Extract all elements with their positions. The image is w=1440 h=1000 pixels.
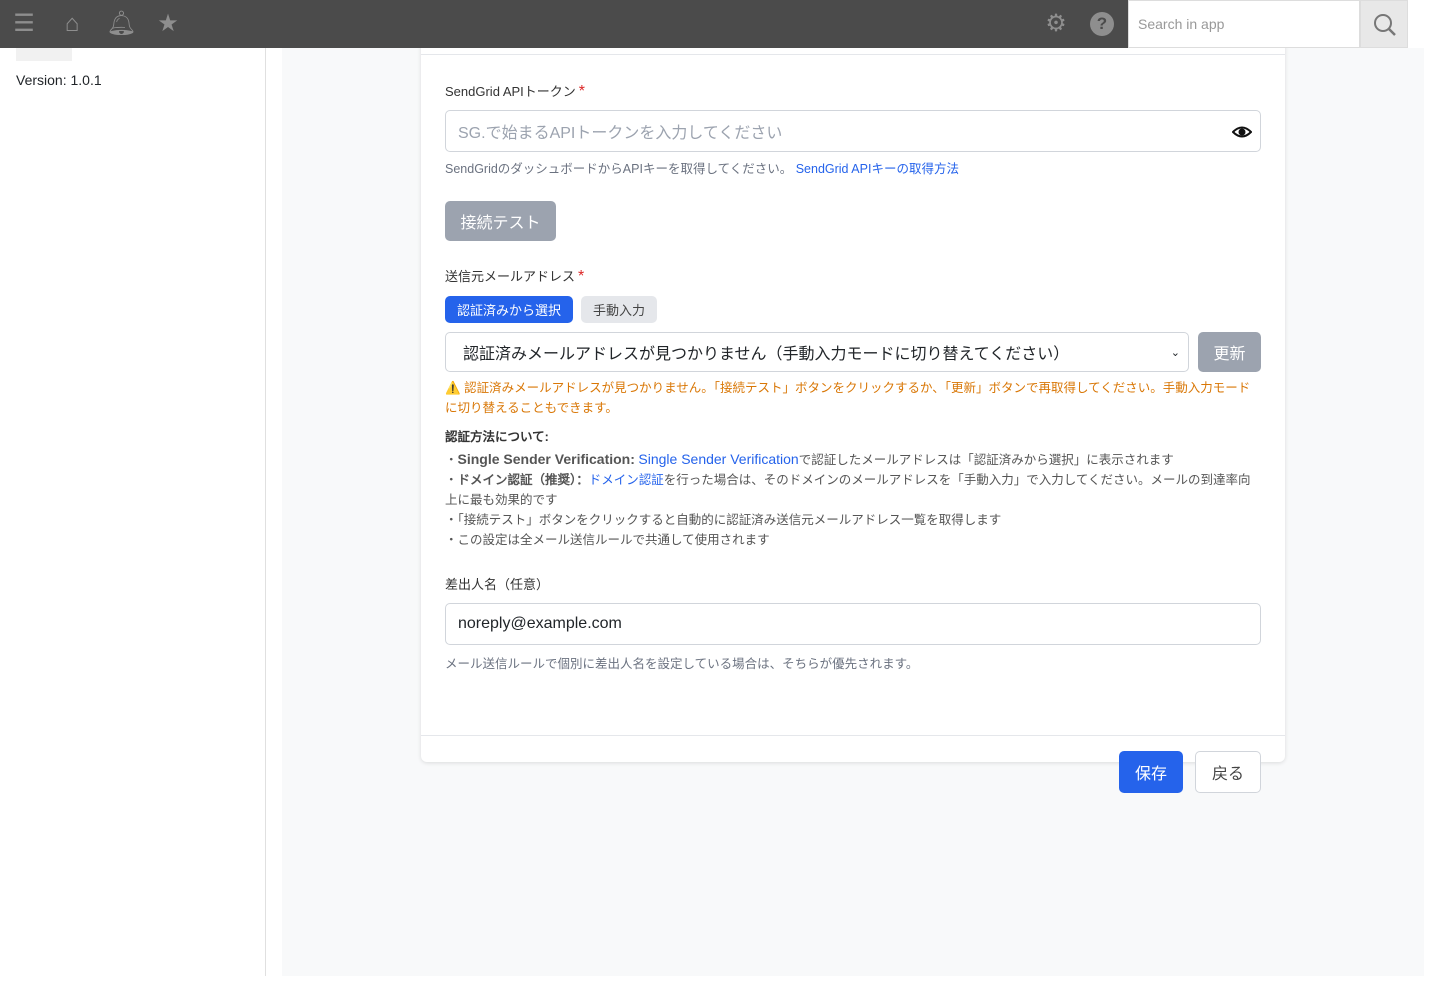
auth-heading: 認証方法について: — [445, 430, 549, 444]
search-icon — [1374, 14, 1396, 36]
version-label: Version: 1.0.1 — [16, 72, 102, 88]
from-name-help: メール送信ルールで個別に差出人名を設定している場合は、そちらが優先されます。 — [445, 657, 919, 671]
list-item: ・Single Sender Verification: Single Send… — [445, 451, 1174, 467]
sender-email-select[interactable]: 認証済みメールアドレスが見つかりません（手動入力モードに切り替えてください） ⌄ — [445, 332, 1189, 372]
search-input[interactable] — [1129, 1, 1359, 47]
warning-text: 認証済みメールアドレスが見つかりません。「接続テスト」ボタンをクリックするか、「… — [445, 381, 1251, 415]
token-label: SendGrid APIトークン — [445, 84, 576, 99]
chevron-down-icon: ⌄ — [1170, 346, 1180, 359]
help-icon[interactable]: ? — [1090, 12, 1114, 36]
bell-icon[interactable]: 🔔︎ — [106, 10, 136, 38]
home-icon[interactable]: ⌂ — [58, 10, 86, 38]
refresh-button[interactable]: 更新 — [1198, 332, 1261, 372]
search-box[interactable] — [1128, 0, 1360, 48]
plugin-logo — [16, 48, 72, 61]
list-item: ・「接続テスト」ボタンをクリックすると自動的に認証済み送信元メールアドレス一覧を… — [445, 513, 1002, 527]
tab-divider — [421, 54, 1285, 55]
back-button[interactable]: 戻る — [1195, 751, 1261, 793]
token-placeholder: SG.で始まるAPIトークンを入力してください — [458, 125, 783, 142]
token-help: SendGridのダッシュボードからAPIキーを取得してください。 — [445, 162, 793, 176]
save-button[interactable]: 保存 — [1119, 751, 1183, 793]
card-footer: 保存 戻る — [421, 735, 1285, 793]
selected-option: 認証済みメールアドレスが見つかりません（手動入力モードに切り替えてください） — [463, 346, 1070, 363]
connection-test-button[interactable]: 接続テスト — [445, 201, 556, 241]
settings-card: SendGrid APIトークン * SG.で始まるAPIトークンを入力してくださ… — [421, 38, 1285, 793]
list-item: ・ドメイン認証（推奨）：ドメイン認証を行った場合は、そのドメインのメールアドレス… — [445, 473, 1251, 507]
from-name-value: noreply@example.com — [458, 615, 622, 632]
from-name-input[interactable]: noreply@example.com — [445, 603, 1261, 645]
eye-icon[interactable] — [1232, 122, 1252, 142]
from-name-label: 差出人名（任意） — [445, 577, 550, 592]
required-mark: * — [578, 83, 586, 100]
search-button[interactable] — [1360, 0, 1408, 48]
list-item: ・この設定は全メール送信ルールで共通して使用されます — [445, 533, 770, 547]
warning-message: ⚠️ 認証済みメールアドレスが見つかりません。「接続テスト」ボタンをクリックする… — [445, 378, 1261, 418]
api-token-input[interactable]: SG.で始まるAPIトークンを入力してください — [445, 110, 1261, 152]
required-mark: * — [578, 268, 585, 285]
sender-label: 送信元メールアドレス — [445, 269, 576, 284]
mode-manual-input[interactable]: 手動入力 — [581, 296, 658, 323]
api-key-guide-link[interactable]: SendGrid APIキーの取得方法 — [796, 162, 959, 176]
menu-icon[interactable]: ☰ — [10, 10, 38, 38]
star-icon[interactable]: ★ — [154, 10, 182, 38]
main-area: SendGrid APIトークン * SG.で始まるAPIトークンを入力してくださ… — [282, 38, 1424, 976]
sidebar: Version: 1.0.1 — [0, 48, 266, 976]
warning-icon: ⚠️ — [445, 381, 461, 395]
mode-select-verified[interactable]: 認証済みから選択 — [445, 296, 574, 323]
auth-notes: ・Single Sender Verification: Single Send… — [445, 449, 1261, 550]
domain-auth-link[interactable]: ドメイン認証 — [589, 473, 664, 487]
gear-icon[interactable]: ⚙ — [1042, 10, 1070, 38]
top-bar: ☰ ⌂ 🔔︎ ★ ⚙ ? — [0, 0, 1408, 48]
single-sender-link[interactable]: Single Sender Verification — [638, 451, 798, 467]
